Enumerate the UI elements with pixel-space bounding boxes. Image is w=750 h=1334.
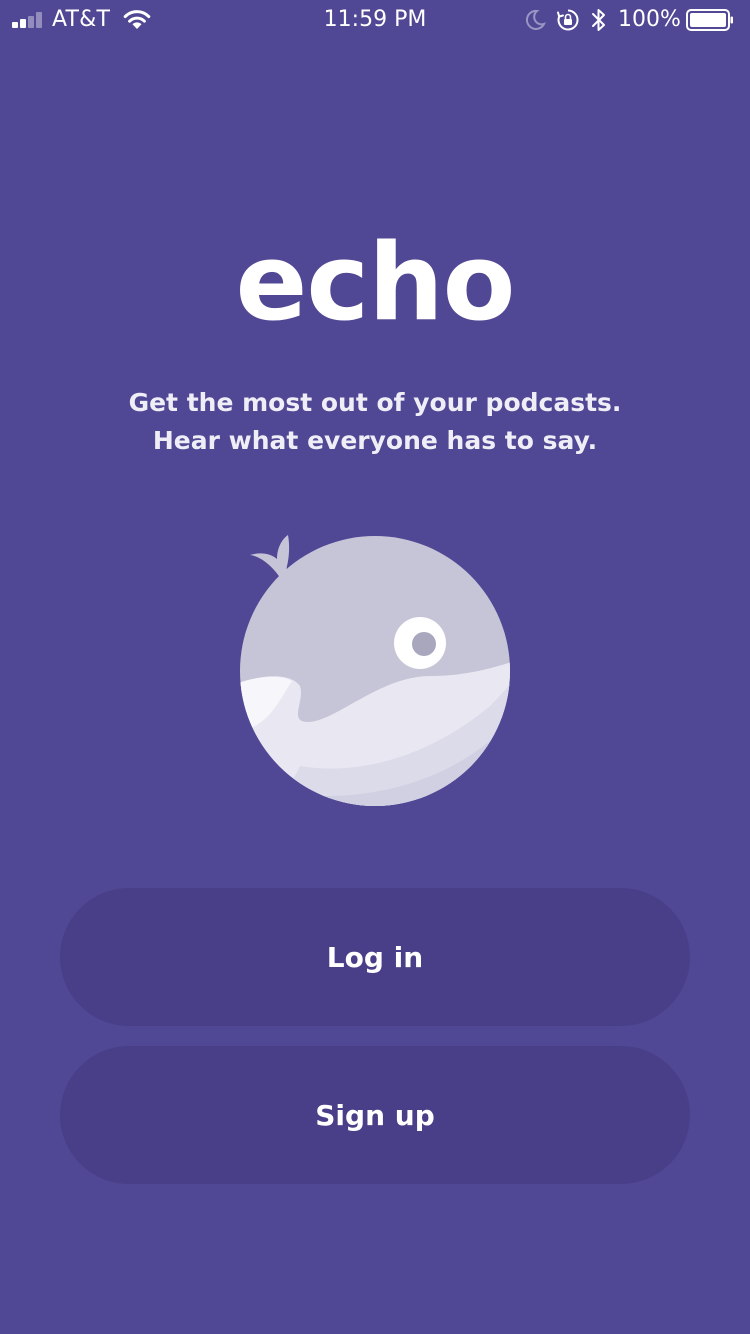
tagline-line-2: Hear what everyone has to say. <box>152 426 598 455</box>
app-logo: echo <box>235 221 515 344</box>
signup-button-label: Sign up <box>315 1098 435 1132</box>
signup-button[interactable]: Sign up <box>60 1046 690 1184</box>
whale-icon <box>240 535 510 806</box>
tagline-line-1: Get the most out of your podcasts. <box>128 388 622 417</box>
rotation-lock-icon <box>557 9 579 31</box>
battery-icon <box>686 9 733 31</box>
moon-icon <box>525 9 546 30</box>
login-button[interactable]: Log in <box>60 888 690 1026</box>
battery-percent: 100% <box>618 7 681 32</box>
status-bar: AT&T 11:59 PM 100% <box>0 0 750 40</box>
login-button-label: Log in <box>326 940 424 974</box>
bluetooth-icon <box>592 9 605 31</box>
